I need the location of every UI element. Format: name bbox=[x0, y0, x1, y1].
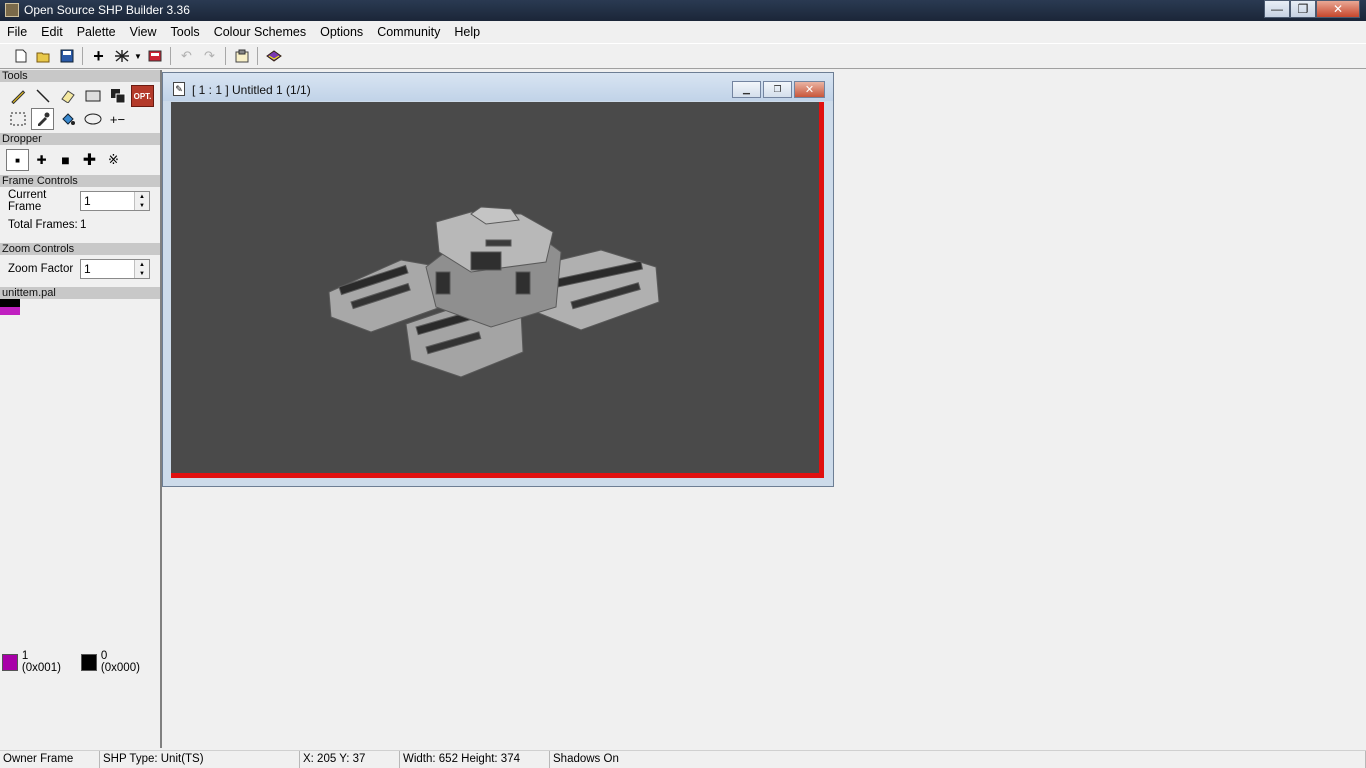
total-frames-value: 1 bbox=[80, 219, 87, 231]
minimize-button[interactable]: — bbox=[1264, 0, 1290, 18]
brush-size-1[interactable]: ■ bbox=[6, 149, 29, 171]
background-colour-label: 0 (0x000) bbox=[100, 650, 140, 674]
zoom-factor-row: Zoom Factor ▲ ▼ bbox=[0, 257, 160, 281]
line-tool[interactable] bbox=[31, 85, 54, 107]
spin-up-icon[interactable]: ▲ bbox=[135, 260, 149, 269]
spin-up-icon[interactable]: ▲ bbox=[135, 192, 149, 201]
document-close-button[interactable]: ✕ bbox=[794, 81, 825, 98]
canvas-border bbox=[171, 102, 824, 478]
spin-down-icon[interactable]: ▼ bbox=[135, 269, 149, 278]
menu-help[interactable]: Help bbox=[447, 25, 487, 39]
chevron-down-icon[interactable]: ▼ bbox=[133, 52, 143, 61]
undo-icon[interactable]: ↶ bbox=[175, 45, 198, 67]
zoom-factor-spinner[interactable]: ▲ ▼ bbox=[80, 259, 150, 279]
title-bar: Open Source SHP Builder 3.36 — ❐ ✕ bbox=[0, 0, 1366, 21]
tools-header: Tools bbox=[0, 70, 160, 82]
drawing-canvas[interactable] bbox=[171, 102, 819, 473]
palette-grid[interactable] bbox=[0, 299, 160, 315]
current-frame-label: Current Frame bbox=[8, 189, 47, 213]
toolbar-separator bbox=[82, 47, 83, 65]
palette-swatch-black[interactable] bbox=[0, 299, 20, 307]
menu-colour-schemes[interactable]: Colour Schemes bbox=[207, 25, 313, 39]
zoom-factor-input[interactable] bbox=[81, 260, 133, 278]
preview-grid-icon[interactable] bbox=[110, 45, 133, 67]
document-title-bar[interactable]: ✎ [ 1 : 1 ] Untitled 1 (1/1) ▁ ❐ ✕ bbox=[163, 73, 833, 101]
offset-tool[interactable]: +− bbox=[106, 108, 129, 130]
brush-spray[interactable]: ※ bbox=[102, 149, 125, 171]
toolbar-separator bbox=[225, 47, 226, 65]
unit-sprite-image bbox=[328, 206, 660, 378]
plus-icon[interactable]: + bbox=[87, 45, 110, 67]
menu-view[interactable]: View bbox=[123, 25, 164, 39]
maximize-button[interactable]: ❐ bbox=[1290, 0, 1316, 18]
background-colour-swatch[interactable] bbox=[81, 653, 97, 671]
zoom-factor-label: Zoom Factor bbox=[8, 263, 74, 275]
brush-size-3[interactable]: ■ bbox=[54, 149, 77, 171]
open-folder-icon[interactable] bbox=[32, 45, 55, 67]
dropper-header: Dropper bbox=[0, 133, 160, 145]
current-frame-input[interactable] bbox=[81, 192, 133, 210]
menu-tools[interactable]: Tools bbox=[164, 25, 207, 39]
active-colour-label: 1 (0x001) bbox=[21, 650, 61, 674]
brush-size-2[interactable]: ✚ bbox=[30, 149, 53, 171]
colour-swap-tool[interactable] bbox=[106, 85, 129, 107]
opt-tool[interactable]: OPT. bbox=[131, 85, 154, 107]
brush-size-row: ■ ✚ ■ ✚ ※ bbox=[0, 145, 160, 175]
document-title: [ 1 : 1 ] Untitled 1 (1/1) bbox=[192, 83, 311, 97]
left-panel: Tools OPT. +− Dropper ■ ✚ ■ ✚ ※ Frame Co… bbox=[0, 70, 162, 748]
zoom-controls-header: Zoom Controls bbox=[0, 243, 160, 255]
new-file-icon[interactable] bbox=[9, 45, 32, 67]
current-frame-spinner[interactable]: ▲ ▼ bbox=[80, 191, 150, 211]
menu-edit[interactable]: Edit bbox=[34, 25, 70, 39]
close-button[interactable]: ✕ bbox=[1316, 0, 1360, 18]
status-bar: Owner Frame SHP Type: Unit(TS) X: 205 Y:… bbox=[0, 750, 1366, 768]
active-colour-swatch[interactable] bbox=[2, 653, 18, 671]
document-window[interactable]: ✎ [ 1 : 1 ] Untitled 1 (1/1) ▁ ❐ ✕ bbox=[162, 72, 834, 487]
frame-controls-header: Frame Controls bbox=[0, 175, 160, 187]
current-frame-row: Current Frame ▲ ▼ bbox=[0, 189, 160, 213]
ellipse-tool[interactable] bbox=[81, 108, 104, 130]
status-shp-type: SHP Type: Unit(TS) bbox=[100, 751, 300, 768]
menu-options[interactable]: Options bbox=[313, 25, 370, 39]
toolbar-separator bbox=[170, 47, 171, 65]
current-colours: 1 (0x001) 0 (0x000) bbox=[2, 650, 160, 674]
status-dimensions: Width: 652 Height: 374 bbox=[400, 751, 550, 768]
palette-header: unittem.pal bbox=[0, 287, 160, 299]
dropper-tool[interactable] bbox=[31, 108, 54, 130]
help-book-icon[interactable] bbox=[262, 45, 285, 67]
total-frames-label: Total Frames: bbox=[8, 219, 78, 231]
document-icon: ✎ bbox=[173, 82, 185, 96]
pencil-tool[interactable] bbox=[6, 85, 29, 107]
toolbar: + ▼ ↶ ↷ bbox=[0, 43, 1366, 69]
palette-swatch-magenta[interactable] bbox=[0, 307, 20, 315]
export-image-icon[interactable] bbox=[143, 45, 166, 67]
window-title: Open Source SHP Builder 3.36 bbox=[24, 3, 190, 17]
menu-community[interactable]: Community bbox=[370, 25, 447, 39]
app-icon bbox=[5, 3, 19, 17]
brush-size-4[interactable]: ✚ bbox=[78, 149, 101, 171]
menu-palette[interactable]: Palette bbox=[70, 25, 123, 39]
rectangle-tool[interactable] bbox=[81, 85, 104, 107]
selection-tool[interactable] bbox=[6, 108, 29, 130]
flood-fill-tool[interactable] bbox=[56, 108, 79, 130]
properties-icon[interactable] bbox=[230, 45, 253, 67]
toolbar-separator bbox=[257, 47, 258, 65]
document-restore-button[interactable]: ❐ bbox=[763, 81, 792, 98]
menu-file[interactable]: File bbox=[0, 25, 34, 39]
spin-down-icon[interactable]: ▼ bbox=[135, 201, 149, 210]
save-disk-icon[interactable] bbox=[55, 45, 78, 67]
eraser-tool[interactable] bbox=[56, 85, 79, 107]
tools-grid: OPT. +− bbox=[0, 82, 160, 133]
status-shadows: Shadows On bbox=[550, 751, 1366, 768]
status-mode: Owner Frame bbox=[0, 751, 100, 768]
total-frames-row: Total Frames: 1 bbox=[0, 213, 160, 237]
document-minimize-button[interactable]: ▁ bbox=[732, 81, 761, 98]
status-coordinates: X: 205 Y: 37 bbox=[300, 751, 400, 768]
menu-bar: File Edit Palette View Tools Colour Sche… bbox=[0, 21, 1366, 42]
redo-icon[interactable]: ↷ bbox=[198, 45, 221, 67]
